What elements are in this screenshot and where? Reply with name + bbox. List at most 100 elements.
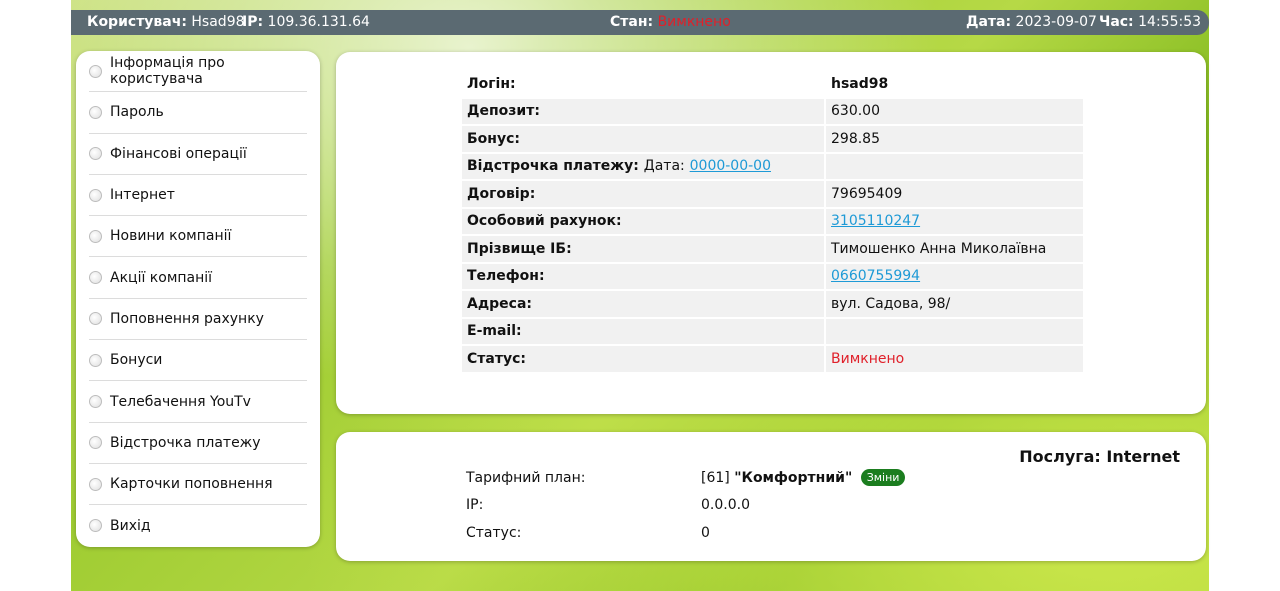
sidebar-item-label: Інформація про користувача	[110, 55, 225, 88]
time-info: Час: 14:55:53	[1099, 14, 1201, 30]
service-status-label: Статус:	[466, 525, 522, 541]
sidebar-item-label: Карточки поповнення	[110, 476, 273, 493]
table-row: Статус: Вимкнено	[462, 346, 1083, 372]
sidebar-item-label: Телебачення YouTv	[110, 393, 251, 410]
state-label: Стан:	[610, 14, 654, 30]
sidebar-item-user-info[interactable]: Інформація про користувача	[89, 51, 307, 93]
sidebar-item-internet[interactable]: Інтернет	[89, 175, 307, 217]
radio-icon	[89, 147, 102, 161]
name-label: Прізвище ІБ:	[462, 236, 824, 262]
table-row: E-mail:	[462, 318, 1083, 344]
user-info-table: Логін: hsad98 Депозит: 630.00 Бонус: 298…	[462, 69, 1083, 374]
sidebar-item-logout[interactable]: Вихід	[89, 505, 307, 546]
sidebar-item-label: Інтернет	[110, 187, 175, 204]
tariff-value: [61] "Комфортний" Зміни	[701, 469, 906, 486]
radio-icon	[89, 229, 102, 243]
state-info: Стан: Вимкнено	[610, 14, 731, 30]
radio-icon	[89, 105, 102, 119]
sidebar-item-label: Новини компанії	[110, 228, 232, 245]
address-value: вул. Садова, 98/	[824, 291, 1083, 317]
deferral-date-link[interactable]: 0000-00-00	[690, 158, 771, 174]
state-value: Вимкнено	[657, 14, 731, 30]
user-label: Користувач:	[87, 14, 187, 30]
status-value: Вимкнено	[824, 346, 1083, 372]
service-ip-label: IP:	[466, 497, 484, 513]
sidebar-item-cards[interactable]: Карточки поповнення	[89, 464, 307, 506]
phone-link[interactable]: 0660755994	[831, 268, 920, 284]
sidebar-item-deferral[interactable]: Відстрочка платежу	[89, 423, 307, 464]
email-label: E-mail:	[462, 318, 824, 344]
sidebar-item-bonuses[interactable]: Бонуси	[89, 340, 307, 382]
table-row: Телефон: 0660755994	[462, 263, 1083, 289]
sidebar-item-label: Фінансові операції	[110, 145, 247, 162]
deposit-value: 630.00	[824, 98, 1083, 124]
sidebar-item-password[interactable]: Пароль	[89, 92, 307, 134]
sidebar-item-promotions[interactable]: Акції компанії	[89, 257, 307, 299]
date-value: 2023-09-07	[1015, 14, 1097, 30]
user-value: Hsad98	[191, 14, 245, 30]
table-row: Прізвище ІБ: Тимошенко Анна Миколаївна	[462, 236, 1083, 262]
table-row: Відстрочка платежу: Дата: 0000-00-00	[462, 153, 1083, 179]
time-label: Час:	[1099, 14, 1134, 30]
sidebar-item-label: Акції компанії	[110, 269, 213, 286]
radio-icon	[89, 271, 102, 285]
tariff-label: Тарифний план:	[466, 470, 586, 486]
sidebar-item-news[interactable]: Новини компанії	[89, 216, 307, 258]
user-info-panel: Логін: hsad98 Депозит: 630.00 Бонус: 298…	[336, 52, 1206, 414]
contract-value: 79695409	[824, 181, 1083, 207]
radio-icon	[89, 519, 102, 533]
radio-icon	[89, 395, 102, 409]
deposit-label: Депозит:	[462, 98, 824, 124]
sidebar-item-youtv[interactable]: Телебачення YouTv	[89, 381, 307, 423]
service-ip-value: 0.0.0.0	[701, 497, 750, 513]
account-label: Особовий рахунок:	[462, 208, 824, 234]
change-tariff-button[interactable]: Зміни	[860, 469, 906, 486]
sidebar-item-label: Пароль	[110, 104, 164, 121]
ip-label: IP:	[242, 14, 264, 30]
table-row: Логін: hsad98	[462, 71, 1083, 97]
status-bar: Користувач: Hsad98 IP: 109.36.131.64 Ста…	[71, 10, 1209, 35]
table-row: Договір: 79695409	[462, 181, 1083, 207]
account-link[interactable]: 3105110247	[831, 213, 920, 229]
deferral-label: Відстрочка платежу:	[467, 158, 639, 175]
sidebar-item-label: Відстрочка платежу	[110, 434, 261, 451]
sidebar-item-top-up[interactable]: Поповнення рахунку	[89, 299, 307, 341]
radio-icon	[89, 436, 102, 450]
table-row: Адреса: вул. Садова, 98/	[462, 291, 1083, 317]
sidebar-menu: Інформація про користувача Пароль Фінанс…	[76, 51, 320, 547]
login-value: hsad98	[824, 71, 1083, 97]
contract-label: Договір:	[462, 181, 824, 207]
service-panel: Послуга: Internet Тарифний план: [61] "К…	[336, 432, 1206, 561]
radio-icon	[89, 353, 102, 367]
deferral-value	[824, 153, 1083, 179]
menu-list: Інформація про користувача Пароль Фінанс…	[76, 51, 320, 547]
time-value: 14:55:53	[1138, 14, 1202, 30]
status-label: Статус:	[462, 346, 824, 372]
user-info: Користувач: Hsad98	[87, 14, 245, 30]
service-status-value: 0	[701, 525, 710, 541]
service-title: Послуга: Internet	[1019, 447, 1180, 466]
radio-icon	[89, 477, 102, 491]
table-row: Бонус: 298.85	[462, 126, 1083, 152]
date-info: Дата: 2023-09-07	[966, 14, 1097, 30]
bonus-label: Бонус:	[462, 126, 824, 152]
ip-info: IP: 109.36.131.64	[242, 14, 370, 30]
table-row: Особовий рахунок: 3105110247	[462, 208, 1083, 234]
sidebar-item-finance[interactable]: Фінансові операції	[89, 134, 307, 175]
account-cell: 3105110247	[824, 208, 1083, 234]
phone-cell: 0660755994	[824, 263, 1083, 289]
radio-icon	[89, 64, 102, 78]
tariff-name: "Комфортний"	[734, 470, 853, 486]
tariff-id: [61]	[701, 470, 730, 486]
date-label: Дата:	[966, 14, 1012, 30]
table-row: Депозит: 630.00	[462, 98, 1083, 124]
address-label: Адреса:	[462, 291, 824, 317]
bonus-value: 298.85	[824, 126, 1083, 152]
radio-icon	[89, 312, 102, 326]
deferral-date-label: Дата:	[643, 158, 685, 175]
sidebar-item-label: Поповнення рахунку	[110, 310, 264, 327]
email-value	[824, 318, 1083, 344]
sidebar-item-label: Вихід	[110, 517, 151, 534]
phone-label: Телефон:	[462, 263, 824, 289]
login-label: Логін:	[467, 75, 516, 92]
